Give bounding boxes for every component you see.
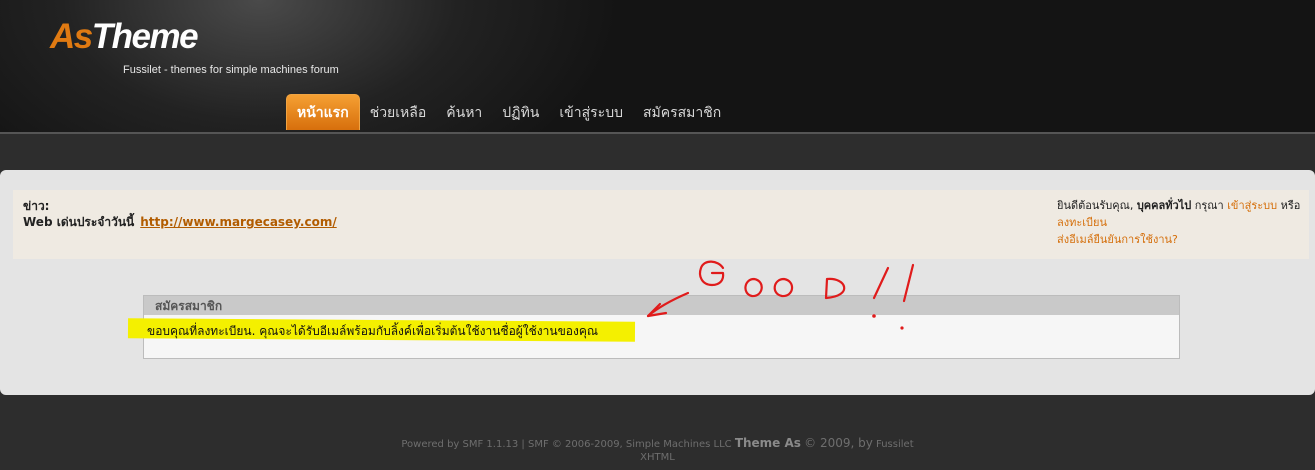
footer-theme-name: Theme As [734,436,801,450]
or-text: หรือ [1277,199,1301,212]
register-link[interactable]: ลงทะเบียน [1057,216,1107,229]
main-nav: หน้าแรก ช่วยเหลือ ค้นหา ปฏิทิน เข้าสู่ระ… [286,94,731,130]
nav-item-calendar[interactable]: ปฏิทิน [492,94,549,130]
welcome-text: ยินดีต้อนรับคุณ, [1057,199,1137,212]
footer-year: © 2009, by [804,436,873,450]
logo-text-theme: Theme [91,17,199,56]
panel-title: สมัครสมาชิก [144,296,1179,315]
logo-text-as: As [50,17,93,56]
registration-message: ขอบคุณที่ลงทะเบียน. คุณจะได้รับอีเมล์พร้… [147,324,599,338]
nav-item-register[interactable]: สมัครสมาชิก [633,94,731,130]
news-text: Web เด่นประจำวันนี้ [23,215,135,229]
footer-powered[interactable]: Powered by SMF 1.1.13 [401,439,518,450]
news-line: Web เด่นประจำวันนี้ http://www.margecasey… [23,213,337,232]
site-tagline: Fussilet - themes for simple machines fo… [123,64,339,76]
footer-separator: | [518,439,528,450]
nav-item-help[interactable]: ช่วยเหลือ [360,94,437,130]
footer-xhtml-link[interactable]: XHTML [0,452,1315,463]
footer-smf-copyright[interactable]: SMF © 2006-2009, Simple Machines LLC [528,439,732,450]
nav-item-home[interactable]: หน้าแรก [286,94,360,130]
guest-label: บุคคลทั่วไป [1136,199,1192,212]
main-content: ข่าว: Web เด่นประจำวันนี้ http://www.marg… [0,170,1315,395]
site-logo[interactable]: AsTheme [50,14,199,60]
user-welcome-box: ยินดีต้อนรับคุณ, บุคคลทั่วไป กรุณา เข้าส… [1057,197,1307,248]
nav-item-login[interactable]: เข้าสู่ระบบ [549,94,633,130]
login-link[interactable]: เข้าสู่ระบบ [1227,199,1277,212]
nav-item-search[interactable]: ค้นหา [436,94,492,130]
site-footer: Powered by SMF 1.1.13 | SMF © 2006-2009,… [0,436,1315,463]
please-text: กรุณา [1191,199,1228,212]
news-link[interactable]: http://www.margecasey.com/ [140,215,336,229]
news-bar: ข่าว: Web เด่นประจำวันนี้ http://www.marg… [13,190,1309,259]
footer-author-link[interactable]: Fussilet [876,439,914,450]
resend-activation-link[interactable]: ส่งอีเมล์ยืนยันการใช้งาน? [1057,233,1178,246]
site-header: AsTheme Fussilet - themes for simple mac… [0,0,1315,134]
